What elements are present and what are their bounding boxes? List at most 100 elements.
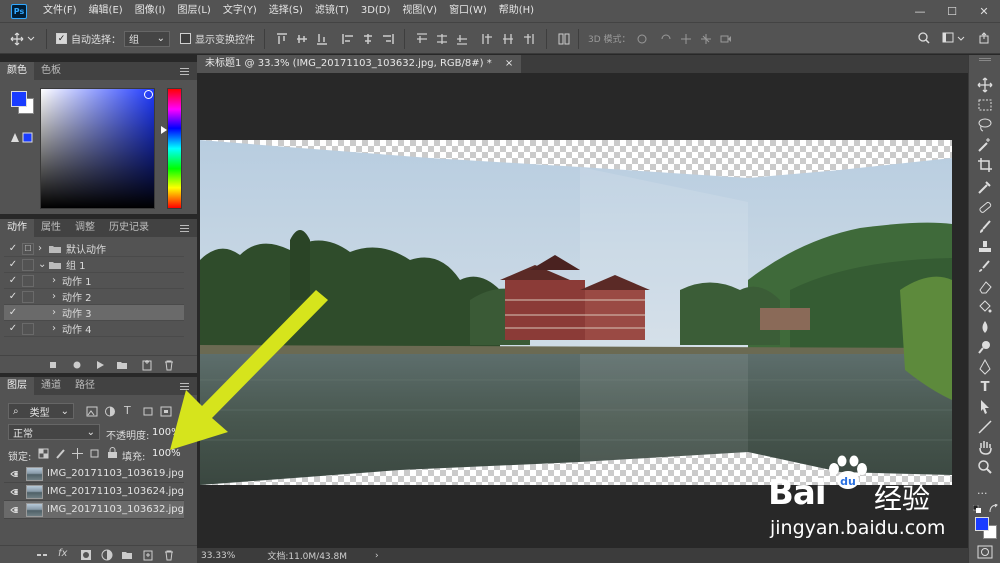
add-mask-icon[interactable] (80, 549, 92, 561)
menu-select[interactable]: 选择(S) (263, 0, 309, 22)
record-icon[interactable] (72, 360, 82, 370)
menu-file[interactable]: 文件(F) (37, 0, 83, 22)
lock-transparent-icon[interactable] (38, 448, 49, 459)
filter-type-icon[interactable]: T (124, 404, 131, 417)
magic-wand-icon[interactable] (977, 137, 993, 153)
layer-style-button[interactable]: fx (58, 548, 67, 559)
saturation-brightness-field[interactable] (40, 88, 155, 209)
lock-paint-icon[interactable] (55, 448, 66, 459)
eye-icon[interactable] (10, 487, 18, 497)
move-tool-preset[interactable] (10, 30, 36, 47)
auto-select-checkbox[interactable]: ✓ (56, 33, 67, 44)
align-top-icon[interactable] (276, 33, 288, 45)
link-layers-icon[interactable] (36, 550, 48, 560)
lock-artboard-icon[interactable] (89, 448, 100, 459)
crop-tool-icon[interactable] (977, 157, 993, 173)
path-selection-icon[interactable] (977, 399, 993, 415)
chevron-down-icon[interactable]: ⌄ (38, 259, 48, 270)
tab-layers[interactable]: 图层 (0, 377, 34, 395)
new-group-icon[interactable] (121, 549, 133, 561)
roll-3d-icon[interactable] (660, 33, 672, 45)
dialog-toggle-box[interactable]: ☐ (22, 242, 34, 255)
dialog-toggle-box[interactable] (22, 258, 34, 271)
hue-slider[interactable] (167, 88, 182, 209)
move-tool-icon[interactable] (977, 77, 993, 93)
distribute-right-icon[interactable] (522, 33, 534, 45)
slide-3d-icon[interactable] (700, 33, 712, 45)
search-icon[interactable] (918, 32, 930, 44)
toolbar-foreground-color[interactable] (975, 517, 989, 531)
trash-icon[interactable] (163, 549, 175, 561)
new-set-icon[interactable] (116, 360, 128, 370)
eye-icon[interactable] (10, 505, 18, 515)
auto-select-option[interactable]: ✓ 自动选择： (56, 30, 121, 47)
menu-filter[interactable]: 滤镜(T) (309, 0, 355, 22)
pen-tool-icon[interactable] (977, 359, 993, 375)
action-toggle-check[interactable]: ✓ (4, 259, 22, 270)
healing-brush-icon[interactable] (977, 199, 993, 215)
menu-3d[interactable]: 3D(D) (355, 0, 397, 22)
color-picker-cursor[interactable] (144, 90, 153, 99)
document-tab[interactable]: 未标题1 @ 33.3% (IMG_20171103_103632.jpg, R… (197, 55, 522, 73)
action-toggle-check[interactable]: ✓ (4, 243, 22, 254)
zoom-level[interactable]: 33.33% (201, 551, 235, 561)
lock-all-icon[interactable] (107, 447, 118, 459)
panel-menu-icon[interactable] (180, 68, 189, 77)
lock-position-icon[interactable] (72, 448, 83, 459)
play-icon[interactable] (95, 360, 105, 370)
adjustment-layer-icon[interactable] (101, 549, 113, 561)
menu-help[interactable]: 帮助(H) (493, 0, 540, 22)
dialog-toggle-box[interactable] (22, 306, 34, 319)
orbit-3d-icon[interactable] (636, 33, 648, 45)
default-colors-icon[interactable] (973, 505, 983, 515)
action-toggle-check[interactable]: ✓ (4, 275, 22, 286)
align-left-icon[interactable] (342, 33, 354, 45)
lasso-tool-icon[interactable] (977, 117, 993, 133)
maximize-button[interactable]: ☐ (936, 0, 968, 22)
line-tool-icon[interactable] (977, 419, 993, 435)
action-toggle-check[interactable]: ✓ (4, 323, 22, 334)
distribute-left-icon[interactable] (482, 33, 494, 45)
tab-color[interactable]: 颜色 (0, 62, 34, 80)
zoom-tool-icon[interactable] (977, 459, 993, 475)
tab-history[interactable]: 历史记录 (102, 219, 156, 237)
distribute-vcenter-icon[interactable] (436, 33, 448, 45)
dialog-toggle-box[interactable] (22, 290, 34, 303)
eraser-icon[interactable] (977, 279, 993, 295)
tab-properties[interactable]: 属性 (34, 219, 68, 237)
action-set-group1[interactable]: ✓ ⌄ 组 1 (4, 257, 184, 273)
eyedropper-icon[interactable] (977, 179, 993, 195)
share-icon[interactable] (978, 32, 990, 44)
quick-mask-icon[interactable] (977, 545, 993, 559)
align-vcenter-icon[interactable] (296, 33, 308, 45)
marquee-tool-icon[interactable] (977, 97, 993, 113)
clone-stamp-icon[interactable] (977, 239, 993, 255)
tab-paths[interactable]: 路径 (68, 377, 102, 395)
chevron-right-icon[interactable]: › (38, 243, 48, 254)
distribute-top-icon[interactable] (416, 33, 428, 45)
gamut-warning-icon[interactable] (10, 131, 34, 143)
new-layer-icon[interactable] (142, 549, 154, 561)
auto-select-dropdown[interactable]: 组 ⌄ (124, 30, 170, 47)
auto-select-target[interactable]: 组 ⌄ (124, 30, 170, 47)
eye-icon[interactable] (10, 469, 18, 479)
dialog-toggle-box[interactable] (22, 274, 34, 287)
menu-type[interactable]: 文字(Y) (217, 0, 263, 22)
tab-channels[interactable]: 通道 (34, 377, 68, 395)
chevron-right-icon[interactable]: › (52, 275, 62, 286)
align-bottom-icon[interactable] (316, 33, 328, 45)
menu-layer[interactable]: 图层(L) (171, 0, 216, 22)
minimize-button[interactable]: — (904, 0, 936, 22)
distribute-hcenter-icon[interactable] (502, 33, 514, 45)
toolbar-grip[interactable] (979, 58, 991, 61)
swap-colors-icon[interactable] (989, 504, 999, 514)
chevron-right-icon[interactable]: › (52, 307, 62, 318)
dodge-tool-icon[interactable] (977, 339, 993, 355)
history-brush-icon[interactable] (977, 259, 993, 275)
blur-tool-icon[interactable] (977, 319, 993, 335)
tab-adjustments[interactable]: 调整 (68, 219, 102, 237)
panel-menu-icon[interactable] (180, 225, 189, 234)
scale-3d-icon[interactable] (720, 33, 732, 45)
layer-row-selected[interactable]: IMG_20171103_103632.jpg (4, 501, 184, 519)
brush-tool-icon[interactable] (977, 219, 993, 235)
